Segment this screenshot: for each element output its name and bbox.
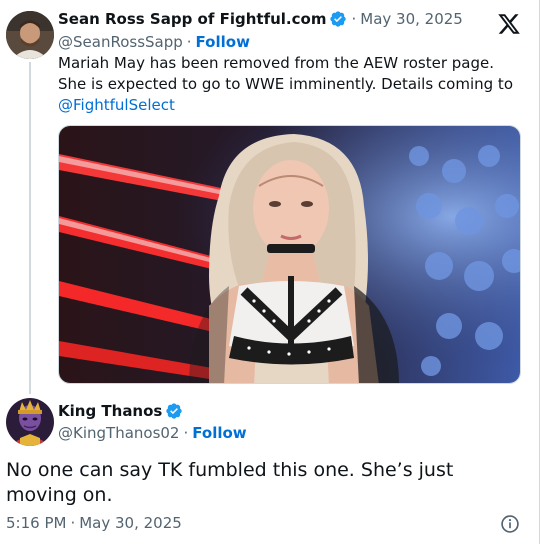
info-icon[interactable] — [500, 514, 520, 534]
reply-author-name[interactable]: King Thanos — [58, 402, 162, 420]
timestamp-date: May 30, 2025 — [79, 514, 182, 532]
reply-tweet-text: No one can say TK fumbled this one. She’… — [6, 458, 526, 508]
reply-follow-link[interactable]: Follow — [192, 424, 246, 442]
reply-text-line: moving on. — [6, 484, 113, 506]
quoted-text-line: She is expected to go to WWE imminently.… — [58, 75, 513, 93]
separator-dot: · — [70, 514, 76, 532]
separator-dot: · — [186, 33, 192, 51]
tweet-timestamp[interactable]: 5:16 PM · May 30, 2025 — [6, 514, 182, 532]
quoted-handle-row: @SeanRossSapp · Follow — [58, 33, 250, 51]
tweet-photo[interactable] — [58, 125, 521, 384]
verified-badge-icon — [329, 10, 347, 28]
quoted-handle[interactable]: @SeanRossSapp — [58, 33, 183, 51]
separator-dot: · — [351, 10, 357, 28]
quoted-date[interactable]: May 30, 2025 — [360, 10, 463, 28]
mention-link[interactable]: @FightfulSelect — [58, 95, 528, 116]
reply-handle-row: @KingThanos02 · Follow — [58, 424, 247, 442]
separator-dot: · — [183, 424, 189, 442]
quoted-author-avatar[interactable] — [6, 11, 54, 59]
timestamp-time: 5:16 PM — [6, 514, 67, 532]
reply-author-avatar[interactable] — [6, 398, 54, 446]
reply-text-line: No one can say TK fumbled this one. She’… — [6, 459, 454, 481]
reply-handle[interactable]: @KingThanos02 — [58, 424, 179, 442]
embedded-tweet-card: Sean Ross Sapp of Fightful.com · May 30,… — [0, 0, 540, 544]
quoted-header: Sean Ross Sapp of Fightful.com · May 30,… — [58, 10, 463, 28]
quoted-tweet-text: Mariah May has been removed from the AEW… — [58, 53, 528, 116]
quoted-author-name[interactable]: Sean Ross Sapp of Fightful.com — [58, 10, 326, 28]
reply-header: King Thanos — [58, 402, 183, 420]
quoted-follow-link[interactable]: Follow — [196, 33, 250, 51]
x-logo-icon[interactable] — [497, 12, 521, 36]
quoted-text-line: Mariah May has been removed from the AEW… — [58, 54, 495, 72]
verified-badge-icon — [165, 402, 183, 420]
thread-connector-line — [29, 62, 31, 394]
